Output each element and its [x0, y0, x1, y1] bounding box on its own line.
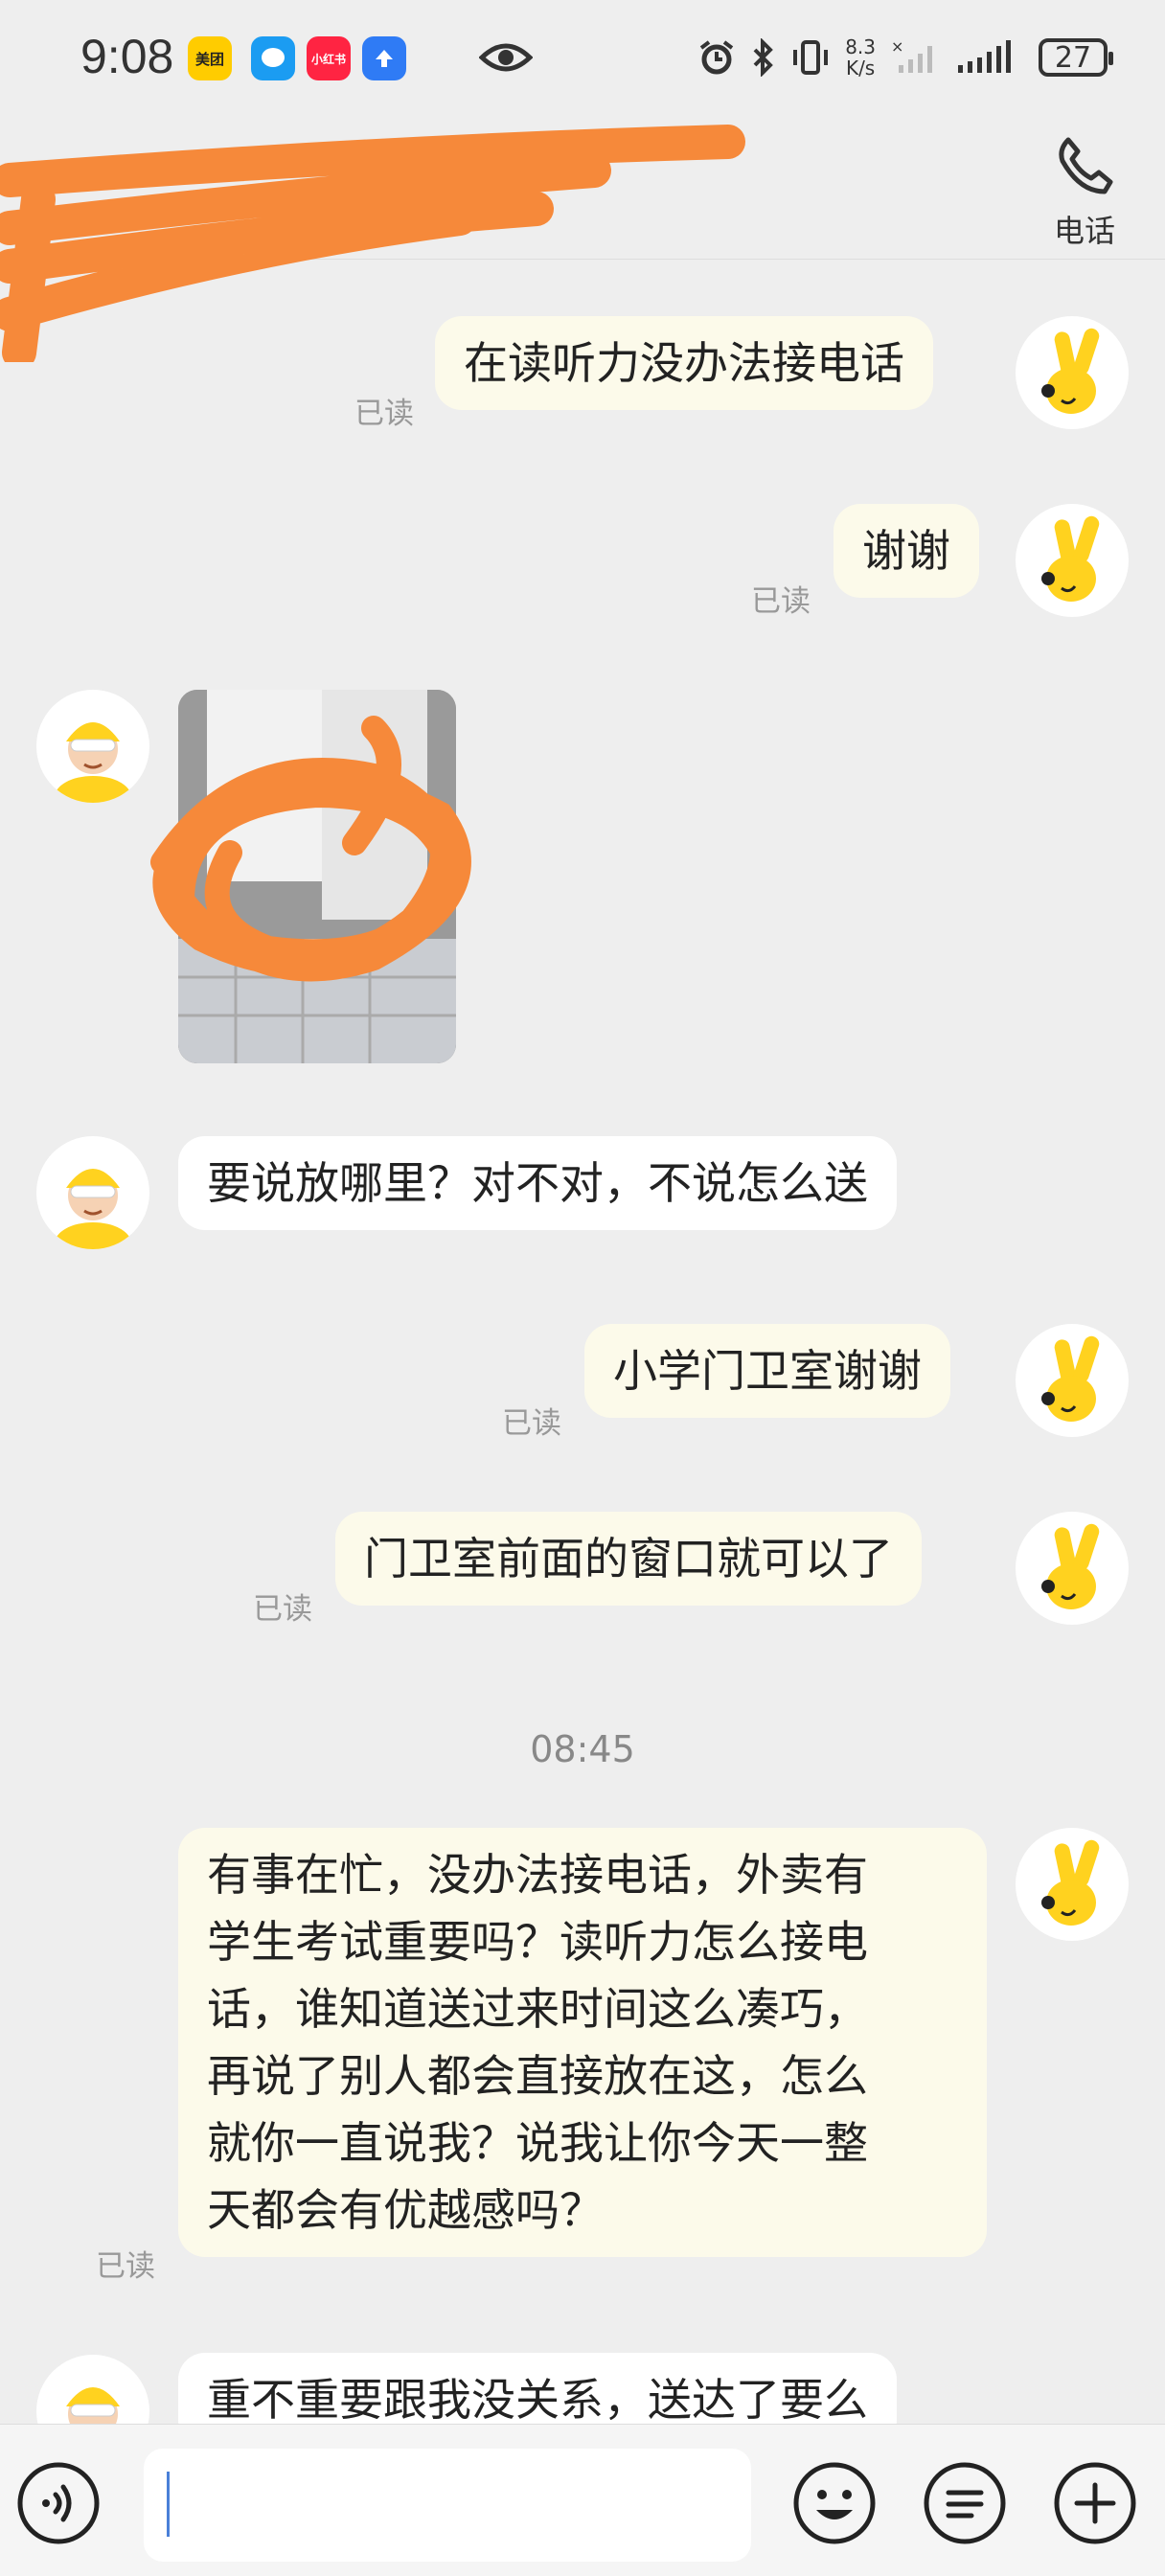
plus-icon [1054, 2462, 1136, 2544]
chat-timestamp: 08:45 [530, 1728, 635, 1770]
read-receipt: 已读 [96, 2249, 155, 2284]
more-options-button[interactable] [1050, 2458, 1140, 2548]
quick-reply-icon [924, 2462, 1006, 2544]
my-message-bubble[interactable]: 门卫室前面的窗口就可以了 [335, 1512, 922, 1606]
emoji-icon [793, 2462, 876, 2544]
my-avatar[interactable] [1016, 504, 1129, 617]
eye-icon [478, 38, 534, 80]
battery-indicator: 27 [1039, 38, 1113, 77]
voice-input-button[interactable] [13, 2458, 103, 2548]
message-line: 有事在忙，没办法接电话，外卖有 [207, 1849, 868, 1901]
vibrate-icon [793, 40, 829, 75]
upload-app-icon [362, 36, 406, 80]
read-receipt: 已读 [502, 1406, 561, 1441]
their-message-bubble[interactable]: 要说放哪里？对不对，不说怎么送 [178, 1136, 897, 1230]
my-avatar[interactable] [1016, 1512, 1129, 1625]
alarm-icon [699, 40, 734, 75]
xiaohongshu-app-icon: 小红书 [307, 36, 351, 80]
message-app-icon [251, 36, 295, 80]
net-speed: 8.3 K/s [845, 35, 876, 80]
call-button[interactable]: 电话 [1037, 125, 1132, 249]
status-indicators: 8.3 K/s × 27 [697, 29, 1113, 86]
my-message-bubble[interactable]: 有事在忙，没办法接电话，外卖有 学生考试重要吗？读听力怎么接电 话，谁知道送过来… [178, 1828, 987, 2257]
my-avatar[interactable] [1016, 1324, 1129, 1437]
message-line: 就你一直说我？说我让你今天一整 [207, 2117, 868, 2169]
signal-1-icon: × [891, 38, 932, 73]
message-line: 学生考试重要吗？读听力怎么接电 [207, 1916, 868, 1968]
message-input[interactable] [144, 2449, 751, 2562]
bluetooth-icon [753, 38, 774, 77]
message-line: 天都会有优越感吗？ [207, 2184, 604, 2236]
my-message-bubble[interactable]: 小学门卫室谢谢 [584, 1324, 950, 1418]
message-line: 话，谁知道送过来时间这么凑巧， [207, 1983, 868, 2035]
call-label: 电话 [1053, 213, 1115, 249]
meituan-app-icon: 美团 [188, 36, 232, 80]
voice-icon [17, 2462, 100, 2544]
my-avatar[interactable] [1016, 1828, 1129, 1941]
svg-text:×: × [891, 38, 903, 56]
courier-avatar[interactable] [36, 1136, 149, 1249]
message-line: 再说了别人都会直接放在这，怎么 [207, 2050, 868, 2102]
status-time: 9:08 [80, 30, 174, 83]
my-message-bubble[interactable]: 在读听力没办法接电话 [435, 316, 933, 410]
phone-icon [1059, 137, 1113, 194]
signal-2-icon [958, 40, 1011, 73]
read-receipt: 已读 [751, 584, 811, 619]
redacted-photo-scribble [125, 709, 527, 1038]
read-receipt: 已读 [253, 1592, 312, 1627]
text-cursor [167, 2472, 170, 2537]
my-message-bubble[interactable]: 谢谢 [834, 504, 979, 598]
emoji-button[interactable] [789, 2458, 879, 2548]
quick-reply-button[interactable] [920, 2458, 1010, 2548]
my-avatar[interactable] [1016, 316, 1129, 429]
read-receipt: 已读 [354, 397, 414, 431]
